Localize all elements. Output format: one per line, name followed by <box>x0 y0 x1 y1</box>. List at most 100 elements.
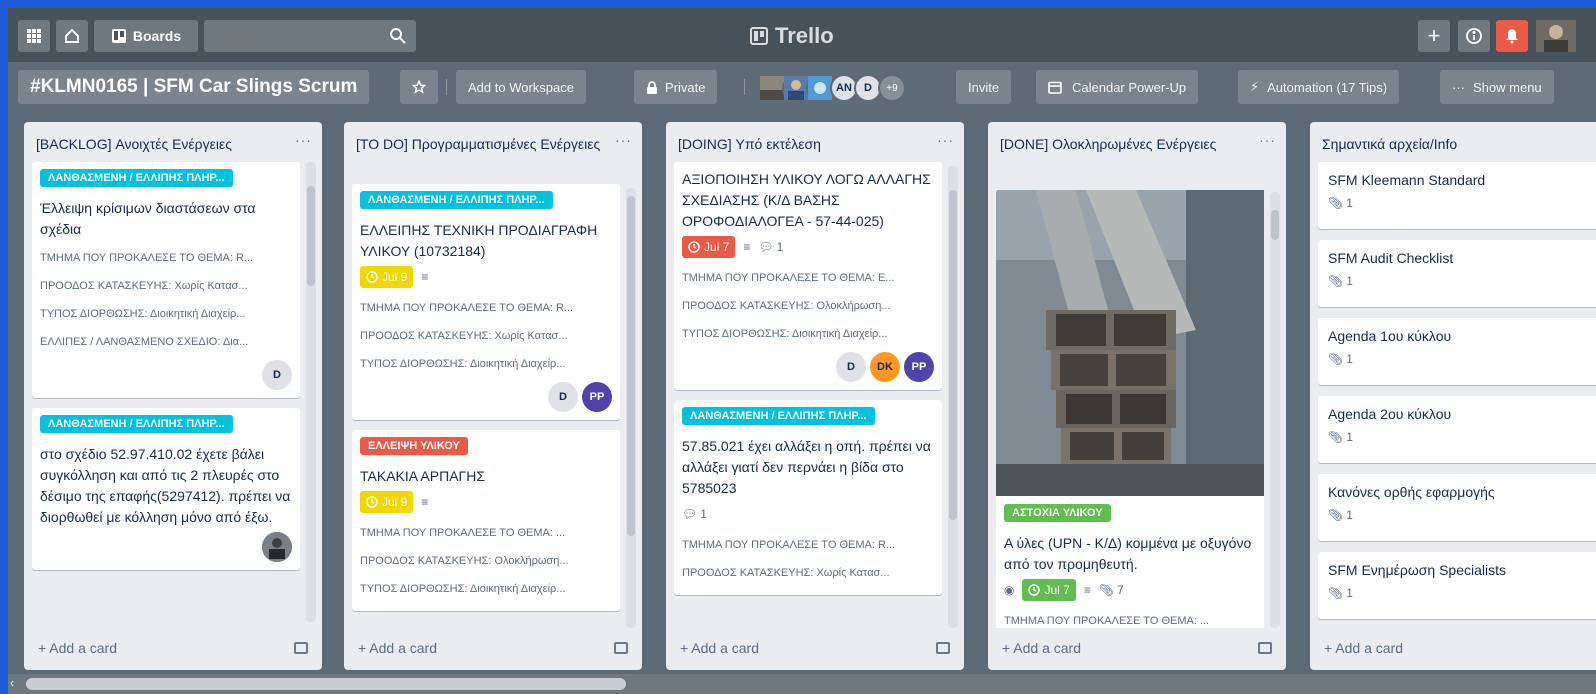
more-members-count[interactable]: +9 <box>878 74 906 102</box>
due-date-badge[interactable]: Jul 7 <box>1022 579 1076 601</box>
plus-icon: + <box>1427 23 1441 48</box>
card-title: SFM Ενημέρωση Specialists <box>1328 562 1507 578</box>
card[interactable]: ΕΛΛΕΙΨΗ ΥΛΙΚΟΥ ΤΑΚΑΚΙΑ ΑΡΠΑΓΗΣ Jul 9 ≡ Τ… <box>352 430 620 611</box>
card[interactable]: ΑΞΙΟΠΟΙΗΣΗ ΥΛΙΚΟΥ ΛΟΓΩ ΑΛΛΑΓΗΣ ΣΧΕΔΙΑΣΗΣ… <box>674 162 942 390</box>
search-icon[interactable] <box>388 26 408 46</box>
list-scrollbar-thumb[interactable] <box>627 196 635 536</box>
member-avatar-photo[interactable] <box>262 532 292 562</box>
member-avatar-d[interactable]: D <box>836 352 866 382</box>
card-template-icon[interactable] <box>936 642 950 654</box>
due-date-badge[interactable]: Jul 7 <box>682 236 736 258</box>
add-card-button[interactable]: + Add a card <box>680 640 759 656</box>
list-backlog: [BACKLOG] Ανοιχτές Ενέργειες ··· ΛΑΝΘΑΣΜ… <box>24 122 322 670</box>
boards-button[interactable]: Boards <box>94 20 198 52</box>
member-avatar-d[interactable]: D <box>548 382 578 412</box>
board-scrollbar-thumb[interactable] <box>26 678 626 690</box>
card[interactable]: SFM Ενημέρωση Specialists 📎︎ 1 <box>1318 552 1596 619</box>
list-title[interactable]: Σημαντικά αρχεία/Info <box>1322 134 1574 154</box>
list-menu-icon[interactable]: ··· <box>615 132 632 148</box>
add-card-button[interactable]: + Add a card <box>1002 640 1081 656</box>
user-avatar[interactable] <box>1536 20 1576 52</box>
custom-field: ΤΜΗΜΑ ΠΟΥ ΠΡΟΚΑΛΕΣΕ ΤΟ ΘΕΜΑ: Ε... <box>682 272 895 284</box>
card-template-icon[interactable] <box>294 642 308 654</box>
add-card-button[interactable]: + Add a card <box>38 640 117 656</box>
comment-icon: 💬︎ <box>758 240 774 254</box>
card[interactable]: Agenda 2ου κύκλου 📎︎ 1 <box>1318 396 1596 463</box>
list-title[interactable]: [DOING] Υπό εκτέλεση <box>678 134 930 154</box>
add-to-workspace-button[interactable]: Add to Workspace <box>456 70 586 104</box>
scroll-left-arrow-icon[interactable]: ‹ <box>10 676 14 690</box>
card-template-icon[interactable] <box>614 642 628 654</box>
visibility-button[interactable]: Private <box>634 70 718 104</box>
card-container: ΛΑΝΘΑΣΜΕΝΗ / ΕΛΛΙΠΗΣ ΠΛΗΡ... Έλλειψη κρί… <box>32 162 300 622</box>
card-title: ΕΛΛΕΙΠΗΣ ΤΕΧΝΙΚΗ ΠΡΟΔΙΑΓΡΑΦΗ ΥΛΙΚΟΥ (107… <box>360 222 598 259</box>
due-date-badge[interactable]: Jul 9 <box>360 491 414 513</box>
member-avatar-d[interactable]: D <box>262 360 292 390</box>
list-title[interactable]: [DONE] Ολοκληρωμένες Ενέργειες <box>1000 134 1252 154</box>
star-board-button[interactable] <box>400 70 438 104</box>
card[interactable]: SFM Audit Checklist 📎︎ 1 <box>1318 240 1596 307</box>
add-card-button[interactable]: + Add a card <box>358 640 437 656</box>
list-scrollbar-thumb[interactable] <box>1271 210 1279 240</box>
list-title[interactable]: [TO DO] Προγραμματισμένες Ενέργειες <box>356 134 608 154</box>
card[interactable]: ΛΑΝΘΑΣΜΕΝΗ / ΕΛΛΙΠΗΣ ΠΛΗΡ... Έλλειψη κρί… <box>32 162 300 398</box>
notifications-button[interactable] <box>1496 20 1528 52</box>
show-menu-button[interactable]: ··· Show menu <box>1440 70 1554 104</box>
list-menu-icon[interactable]: ··· <box>937 132 954 148</box>
automation-button[interactable]: ⚡ Automation (17 Tips) <box>1238 70 1400 104</box>
card-template-icon[interactable] <box>1258 642 1272 654</box>
home-button[interactable] <box>56 20 88 52</box>
attachments-badge: 📎︎ 1 <box>1328 586 1592 600</box>
card[interactable]: ΛΑΝΘΑΣΜΕΝΗ / ΕΛΛΙΠΗΣ ΠΛΗΡ... στο σχέδιο … <box>32 408 300 570</box>
member-avatar-pp[interactable]: PP <box>904 352 934 382</box>
list-title[interactable]: [BACKLOG] Ανοιχτές Ενέργειες <box>36 134 288 154</box>
card[interactable]: ΑΣΤΟΧΙΑ ΥΛΙΚΟΥ Α ύλες (UPN - Κ/Δ) κομμέν… <box>996 190 1264 628</box>
attachments-count: 7 <box>1117 583 1124 597</box>
invite-button[interactable]: Invite <box>956 70 1012 104</box>
list-scrollbar-thumb[interactable] <box>949 190 957 520</box>
divider <box>744 79 745 95</box>
list-menu-icon[interactable]: ··· <box>1259 132 1276 148</box>
create-button[interactable]: + <box>1418 20 1450 52</box>
card-badges: Jul 9 ≡ <box>360 266 612 288</box>
info-button[interactable] <box>1458 20 1490 52</box>
custom-field: ΠΡΟΟΔΟΣ ΚΑΤΑΣΚΕΥΗΣ: Ολοκλήρωση... <box>682 300 891 312</box>
card-container: SFM Kleemann Standard 📎︎ 1 SFM Audit Chec… <box>1318 162 1596 628</box>
custom-field: ΠΡΟΟΔΟΣ ΚΑΤΑΣΚΕΥΗΣ: Χωρίς Κατασ... <box>360 330 568 342</box>
clock-icon <box>366 496 378 508</box>
add-card-button[interactable]: + Add a card <box>1324 640 1403 656</box>
card-title: Agenda 1ου κύκλου <box>1328 328 1452 344</box>
add-to-workspace-label: Add to Workspace <box>468 79 574 95</box>
list-scrollbar-thumb[interactable] <box>307 186 315 286</box>
list-menu-icon[interactable]: ··· <box>295 132 312 148</box>
member-avatar-pp[interactable]: PP <box>582 382 612 412</box>
card[interactable]: Κανόνες ορθής εφαρμογής 📎︎ 1 <box>1318 474 1596 541</box>
attachments-count: 1 <box>1346 274 1353 288</box>
custom-field: ΠΡΟΟΔΟΣ ΚΑΤΑΣΚΕΥΗΣ: Ολοκλήρωση... <box>360 555 569 567</box>
jump-to-search-input[interactable] <box>204 20 416 52</box>
description-icon: ≡ <box>743 240 751 254</box>
card-title: Α ύλες (UPN - Κ/Δ) κομμένα με οξυγόνο απ… <box>1004 535 1252 572</box>
card[interactable]: ΛΑΝΘΑΣΜΕΝΗ / ΕΛΛΙΠΗΣ ΠΛΗΡ... ΕΛΛΕΙΠΗΣ ΤΕ… <box>352 184 620 420</box>
card[interactable]: Agenda 1ου κύκλου 📎︎ 1 <box>1318 318 1596 385</box>
due-date-badge[interactable]: Jul 9 <box>360 266 414 288</box>
list-scrollbar[interactable] <box>1270 192 1280 628</box>
calendar-powerup-label: Calendar Power-Up <box>1072 79 1187 95</box>
trello-logo[interactable]: Trello <box>750 20 834 52</box>
card[interactable]: SFM Kleemann Standard 📎︎ 1 <box>1318 162 1596 229</box>
card-badges: Jul 9 ≡ <box>360 491 612 513</box>
list-scrollbar[interactable] <box>626 188 636 628</box>
list-scrollbar[interactable] <box>306 162 316 622</box>
trello-app: Boards Trello + #KLMN0165 | SFM Car Slin… <box>8 8 1596 694</box>
calendar-powerup-button[interactable]: Calendar Power-Up <box>1036 70 1199 104</box>
apps-grid-button[interactable] <box>18 20 50 52</box>
attachments-count: 1 <box>1346 196 1353 210</box>
board-title[interactable]: #KLMN0165 | SFM Car Slings Scrum <box>18 70 370 104</box>
board-members: AN D +9 <box>758 74 906 102</box>
list-scrollbar[interactable] <box>948 166 958 628</box>
card-members <box>40 532 292 562</box>
member-avatar-dk[interactable]: DK <box>870 352 900 382</box>
card-title: Κανόνες ορθής εφαρμογής <box>1328 484 1495 500</box>
card[interactable]: ΛΑΝΘΑΣΜΕΝΗ / ΕΛΛΙΠΗΣ ΠΛΗΡ... 57.85.021 έ… <box>674 400 942 595</box>
board-horizontal-scrollbar[interactable]: ‹ <box>8 674 1596 694</box>
